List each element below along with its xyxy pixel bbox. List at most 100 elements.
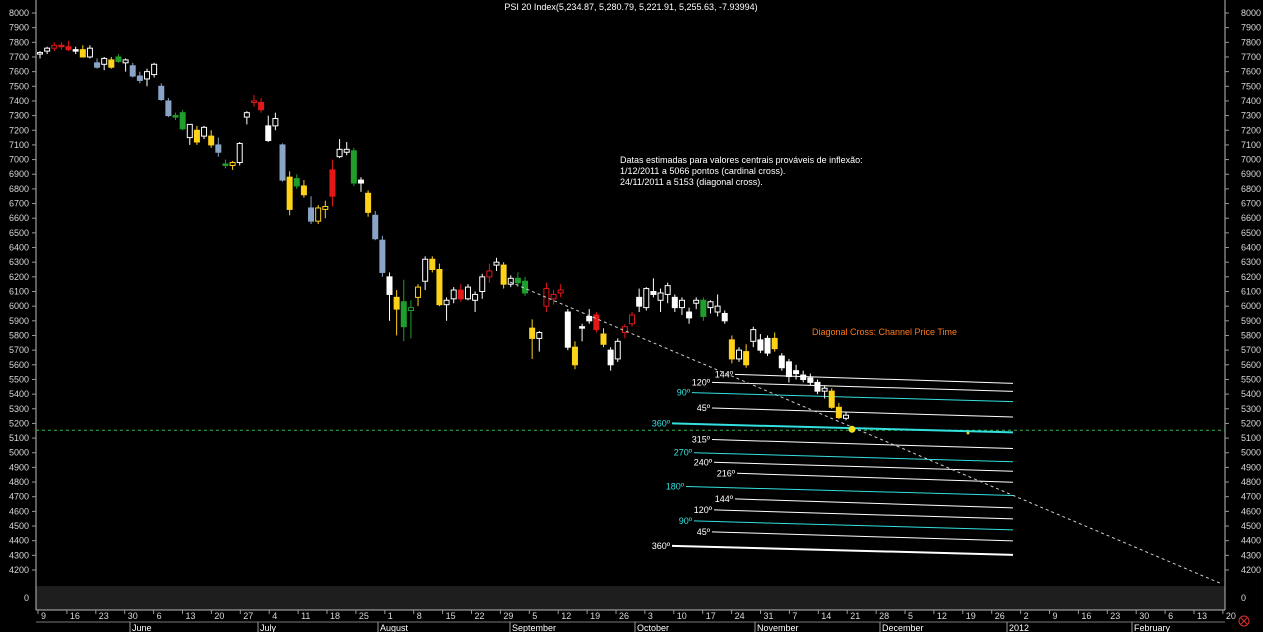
candle-body bbox=[94, 62, 101, 68]
x-tick-label: 4 bbox=[272, 611, 277, 621]
candle-body bbox=[65, 46, 72, 51]
candle bbox=[286, 171, 293, 216]
candle-body bbox=[771, 337, 778, 350]
fan-level-label: 315º bbox=[692, 435, 711, 445]
y-tick-label-left: 5200 bbox=[9, 418, 29, 428]
candle bbox=[593, 312, 600, 333]
y-tick-label-left: 7400 bbox=[9, 96, 29, 106]
candle bbox=[350, 147, 357, 186]
y-tick-label-left: 7900 bbox=[9, 23, 29, 33]
candle-body bbox=[550, 293, 557, 300]
x-tick-label: 5 bbox=[908, 611, 913, 621]
candle-body bbox=[536, 332, 543, 339]
y-tick-label-left: 5000 bbox=[9, 448, 29, 458]
candle-body bbox=[322, 205, 329, 210]
y-tick-label-right: 6600 bbox=[1241, 213, 1261, 223]
y-tick-label-right: 6400 bbox=[1241, 243, 1261, 253]
candle-body bbox=[165, 100, 172, 117]
candle-body bbox=[671, 296, 678, 309]
y-tick-label-right: 6800 bbox=[1241, 184, 1261, 194]
candle-body bbox=[158, 85, 165, 100]
x-tick-label: 16 bbox=[1081, 611, 1091, 621]
candle-body bbox=[657, 292, 664, 301]
candle-body bbox=[215, 144, 222, 153]
candle-body bbox=[407, 307, 414, 312]
candle bbox=[564, 309, 571, 351]
candle-body bbox=[707, 301, 714, 309]
x-tick-label: 15 bbox=[446, 611, 456, 621]
x-tick-label: 14 bbox=[821, 611, 831, 621]
y-tick-label-right: 6900 bbox=[1241, 169, 1261, 179]
candle-body bbox=[686, 311, 693, 319]
y-tick-label-left: 4300 bbox=[9, 550, 29, 560]
x-tick-label: 7 bbox=[792, 611, 797, 621]
candle-body bbox=[757, 339, 764, 351]
candle bbox=[165, 98, 172, 118]
candle-body bbox=[736, 349, 743, 360]
x-tick-label: 12 bbox=[937, 611, 947, 621]
x-tick-label: 11 bbox=[301, 611, 310, 621]
fan-level-label: 120º bbox=[694, 505, 713, 515]
y-tick-label-right: 4200 bbox=[1241, 565, 1261, 575]
x-tick-label: 28 bbox=[879, 611, 889, 621]
y-tick-label-right: 5900 bbox=[1241, 316, 1261, 326]
y-tick-label-right: 6000 bbox=[1241, 301, 1261, 311]
candle-body bbox=[58, 44, 65, 48]
candle-body bbox=[122, 59, 129, 64]
candle-body bbox=[300, 185, 307, 196]
x-tick-label: 26 bbox=[995, 611, 1005, 621]
candle bbox=[372, 210, 379, 241]
y-tick-label-right: 7300 bbox=[1241, 111, 1261, 121]
x-tick-label: 30 bbox=[128, 611, 138, 621]
candle-body bbox=[443, 299, 450, 306]
candle-body bbox=[79, 49, 86, 58]
chart-title: PSI 20 Index(5,234.87, 5,280.79, 5,221.9… bbox=[504, 2, 757, 12]
candle-body bbox=[350, 150, 357, 184]
candle-body bbox=[607, 349, 614, 366]
candle-body bbox=[415, 286, 422, 298]
y-tick-label-right: 7500 bbox=[1241, 81, 1261, 91]
x-tick-label: 8 bbox=[417, 611, 422, 621]
candle-body bbox=[678, 299, 685, 309]
y-tick-label-left: 5100 bbox=[9, 433, 29, 443]
y-tick-label-right: 5200 bbox=[1241, 418, 1261, 428]
volume-tick-right: 0 bbox=[1241, 593, 1246, 603]
y-tick-label-right: 7900 bbox=[1241, 23, 1261, 33]
candle-body bbox=[86, 47, 93, 58]
candle-body bbox=[807, 377, 814, 383]
candle-body bbox=[721, 312, 728, 322]
candle-body bbox=[279, 144, 286, 181]
candle-body bbox=[186, 123, 193, 139]
candle-body bbox=[151, 63, 158, 76]
y-tick-label-left: 6100 bbox=[9, 287, 29, 297]
x-tick-label: 19 bbox=[590, 611, 600, 621]
y-tick-label-right: 4600 bbox=[1241, 506, 1261, 516]
y-tick-label-right: 7800 bbox=[1241, 37, 1261, 47]
candle-body bbox=[436, 269, 443, 306]
candle-body bbox=[693, 299, 700, 304]
y-tick-label-right: 7000 bbox=[1241, 155, 1261, 165]
candle-body bbox=[329, 169, 336, 197]
y-tick-label-right: 5800 bbox=[1241, 330, 1261, 340]
y-tick-label-left: 7200 bbox=[9, 125, 29, 135]
month-label: November bbox=[757, 623, 799, 632]
candle-body bbox=[843, 414, 849, 419]
candle bbox=[379, 235, 386, 277]
y-tick-label-right: 5400 bbox=[1241, 389, 1261, 399]
candle-body bbox=[37, 52, 43, 55]
candle-body bbox=[472, 293, 479, 301]
candle-body bbox=[336, 148, 343, 158]
candle-body bbox=[72, 49, 79, 52]
candle-body bbox=[129, 65, 136, 77]
candle-body bbox=[493, 261, 500, 266]
x-tick-label: 23 bbox=[1110, 611, 1120, 621]
y-tick-label-left: 6400 bbox=[9, 243, 29, 253]
month-label: December bbox=[882, 623, 924, 632]
fan-level-label: 180º bbox=[666, 481, 685, 491]
candle bbox=[500, 262, 507, 289]
candle-body bbox=[379, 239, 386, 273]
candle-body bbox=[179, 112, 186, 130]
candle bbox=[158, 83, 165, 101]
fan-level-label: 90º bbox=[679, 516, 693, 526]
fan-level-label: 240º bbox=[694, 457, 713, 467]
